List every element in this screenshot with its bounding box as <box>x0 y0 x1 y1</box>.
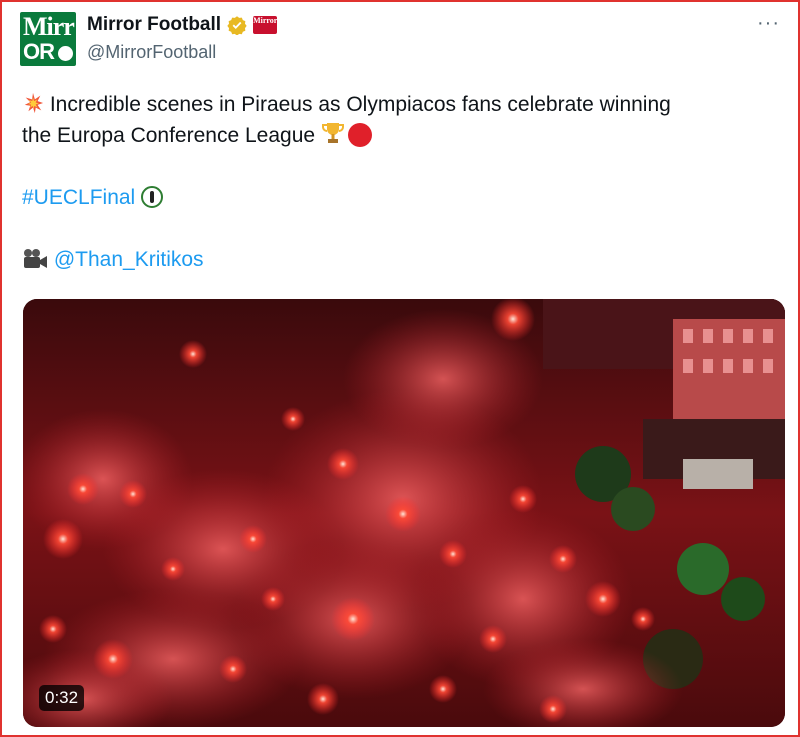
avatar-logo-top: Mirr <box>23 12 75 41</box>
tweet-text: Incredible scenes in Piraeus as Olympiac… <box>22 89 782 275</box>
video-thumbnail <box>23 299 785 727</box>
trophy-icon <box>321 123 344 143</box>
author-name-row: Mirror Football Mirror <box>87 14 277 36</box>
more-options-icon[interactable]: ··· <box>757 12 780 35</box>
avatar[interactable]: Mirr OR <box>20 12 76 66</box>
affiliate-badge: Mirror <box>253 16 277 34</box>
hashtag-link[interactable]: #UECLFinal <box>22 186 135 209</box>
tweet-line-1: Incredible scenes in Piraeus as Olympiac… <box>22 89 782 120</box>
movie-camera-icon <box>24 249 47 268</box>
football-icon <box>56 44 75 63</box>
author-handle[interactable]: @MirrorFootball <box>87 42 216 63</box>
tweet-line-2: the Europa Conference League <box>22 120 782 151</box>
collision-icon <box>24 92 44 114</box>
tweet-text-line1: Incredible scenes in Piraeus as Olympiac… <box>49 93 671 116</box>
author-name[interactable]: Mirror Football <box>87 14 221 36</box>
video-player[interactable]: 0:32 <box>23 299 785 727</box>
tweet-line-hashtag: #UECLFinal <box>22 182 782 213</box>
red-circle-icon <box>347 123 372 147</box>
tweet-line-credit: @Than_Kritikos <box>22 244 782 275</box>
tweet-text-line2: the Europa Conference League <box>22 124 316 147</box>
mention-link[interactable]: @Than_Kritikos <box>54 248 204 271</box>
tweet-header: Mirr OR Mirror Football Mirror @MirrorFo… <box>20 12 780 68</box>
conference-league-trophy-icon <box>141 186 164 208</box>
video-duration: 0:32 <box>39 685 85 711</box>
tweet-card: Mirr OR Mirror Football Mirror @MirrorFo… <box>0 0 800 737</box>
verified-badge-icon <box>227 16 247 35</box>
avatar-logo-bottom: OR <box>23 39 55 64</box>
